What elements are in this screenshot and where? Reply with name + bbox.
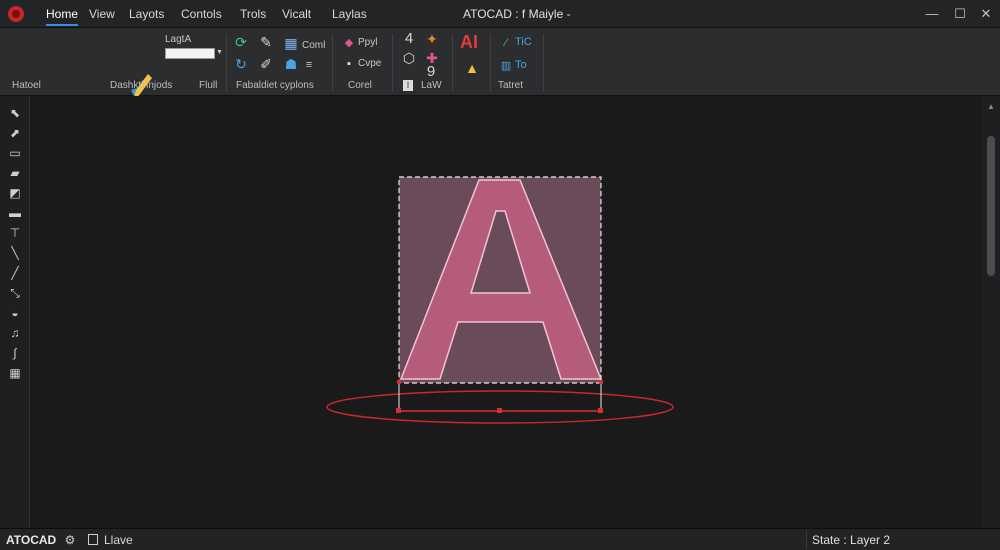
window-title: ATOCAD : f Maiyle - bbox=[463, 7, 571, 21]
title-bar: Home View Layots Contols Trols Vicalt La… bbox=[0, 0, 1000, 28]
tic-label: TiC bbox=[515, 36, 532, 48]
group-label-fabaldiet: Fabaldiet cyplons bbox=[236, 80, 314, 91]
cvpe-label: Cvpe bbox=[358, 58, 382, 69]
erase-icon[interactable]: ◒ bbox=[8, 306, 22, 320]
divider bbox=[332, 34, 333, 92]
menu-vicalt[interactable]: Vicalt bbox=[282, 7, 311, 21]
group-label-law: LaW bbox=[421, 80, 442, 91]
comment-icon[interactable]: ▰ bbox=[8, 166, 22, 180]
menu-laylas[interactable]: Laylas bbox=[332, 7, 367, 21]
pencil-icon[interactable]: ✎ bbox=[258, 34, 274, 50]
group-label-tatret: Tatret bbox=[498, 80, 524, 91]
group-label-corel: Corel bbox=[348, 80, 372, 91]
grip-middle[interactable] bbox=[497, 408, 502, 413]
curve-icon[interactable]: ∫ bbox=[8, 346, 22, 360]
status-state-text: State : Layer 2 bbox=[812, 533, 891, 547]
divider bbox=[392, 34, 393, 92]
layer-icon[interactable] bbox=[88, 534, 98, 545]
coml-label: Coml bbox=[302, 40, 326, 51]
cube-icon[interactable]: ⬡ bbox=[401, 50, 417, 66]
pencil-icon[interactable]: ⤡ bbox=[8, 286, 22, 300]
four-icon[interactable]: 4 bbox=[401, 31, 417, 47]
divider bbox=[452, 34, 453, 92]
menu-contols[interactable]: Contols bbox=[181, 7, 222, 21]
ribbon: Hatoel LagtA ▼ Dashktl lnjods Flull ⟳ ✎ … bbox=[0, 28, 1000, 98]
name-label: LagtA bbox=[165, 34, 192, 45]
grip-left[interactable] bbox=[396, 408, 401, 413]
table-icon[interactable]: ▥ bbox=[500, 60, 512, 72]
name-input[interactable] bbox=[165, 48, 215, 59]
user-group-icon[interactable]: ☗ bbox=[283, 56, 299, 72]
menu-home[interactable]: Home bbox=[46, 7, 79, 26]
ai-icon[interactable]: AI bbox=[460, 32, 478, 53]
vertical-scrollbar[interactable]: ▲ bbox=[982, 96, 1000, 528]
pen-icon[interactable]: ╱ bbox=[8, 266, 22, 280]
minimize-icon[interactable]: — bbox=[922, 4, 942, 24]
stamp-icon[interactable]: ✦ bbox=[424, 31, 440, 47]
cloud-icon[interactable]: ◩ bbox=[8, 186, 22, 200]
drawing-svg[interactable] bbox=[30, 96, 982, 528]
music-icon[interactable]: ♫ bbox=[8, 326, 22, 340]
rectangle-icon[interactable]: ▬ bbox=[8, 206, 22, 220]
gear-icon[interactable]: ⚙ bbox=[63, 533, 77, 547]
square-icon[interactable]: ▪ bbox=[343, 58, 355, 70]
select-icon[interactable]: ⬉ bbox=[8, 106, 22, 120]
pick-icon[interactable]: ⬈ bbox=[8, 126, 22, 140]
menu-view[interactable]: View bbox=[89, 7, 115, 21]
grip-corner-left[interactable] bbox=[397, 380, 401, 384]
status-app-name: ATOCAD bbox=[6, 533, 57, 547]
grid-icon[interactable]: ▦ bbox=[8, 366, 22, 380]
status-layer-label[interactable]: Llave bbox=[104, 533, 133, 547]
text-icon[interactable]: ⊤ bbox=[8, 226, 22, 240]
left-toolbar: ⬉ ⬈ ▭ ▰ ◩ ▬ ⊤ ╲ ╱ ⤡ ◒ ♫ ∫ ▦ bbox=[0, 96, 30, 528]
line-icon[interactable]: ╲ bbox=[8, 246, 22, 260]
l-icon[interactable]: l bbox=[403, 80, 413, 91]
brush-icon[interactable]: ✐ bbox=[258, 56, 274, 72]
scroll-thumb[interactable] bbox=[987, 136, 995, 276]
group-label-hatoel: Hatoel bbox=[12, 80, 41, 91]
warning-icon[interactable]: ▲ bbox=[464, 60, 480, 76]
calendar-icon[interactable]: ▦ bbox=[283, 35, 299, 51]
close-icon[interactable]: ✕ bbox=[976, 4, 996, 24]
scroll-up-icon[interactable]: ▲ bbox=[986, 102, 996, 112]
menu-layots[interactable]: Layots bbox=[129, 7, 164, 21]
refresh-icon[interactable]: ↻ bbox=[233, 56, 249, 72]
grip-corner-right[interactable] bbox=[599, 380, 603, 384]
red-ellipse[interactable] bbox=[326, 390, 674, 424]
divider bbox=[226, 34, 227, 92]
grip-right[interactable] bbox=[598, 408, 603, 413]
group-label-flull: Flull bbox=[199, 80, 218, 91]
chevron-down-icon[interactable]: ▼ bbox=[216, 49, 223, 56]
to-label: To bbox=[515, 59, 527, 71]
layer-icon[interactable]: ▭ bbox=[8, 146, 22, 160]
divider bbox=[490, 34, 491, 92]
ruler-icon[interactable]: ⁄ bbox=[500, 37, 512, 49]
menu-trols[interactable]: Trols bbox=[240, 7, 266, 21]
app-logo[interactable] bbox=[8, 6, 24, 22]
arrow-cycle-icon[interactable]: ⟳ bbox=[233, 34, 249, 50]
status-bar: ATOCAD ⚙ Llave State : Layer 2 bbox=[0, 528, 1000, 550]
nine-icon[interactable]: 9 bbox=[423, 64, 439, 80]
ppyl-label: Ppyl bbox=[358, 37, 378, 48]
layer-color-icon[interactable]: ◆ bbox=[343, 37, 355, 49]
list-icon[interactable]: ≡ bbox=[303, 59, 315, 71]
group-label-dashktl: Dashktl lnjods bbox=[110, 80, 173, 91]
maximize-icon[interactable]: ☐ bbox=[950, 4, 970, 24]
divider bbox=[543, 34, 544, 92]
drawing-canvas[interactable] bbox=[30, 96, 982, 528]
